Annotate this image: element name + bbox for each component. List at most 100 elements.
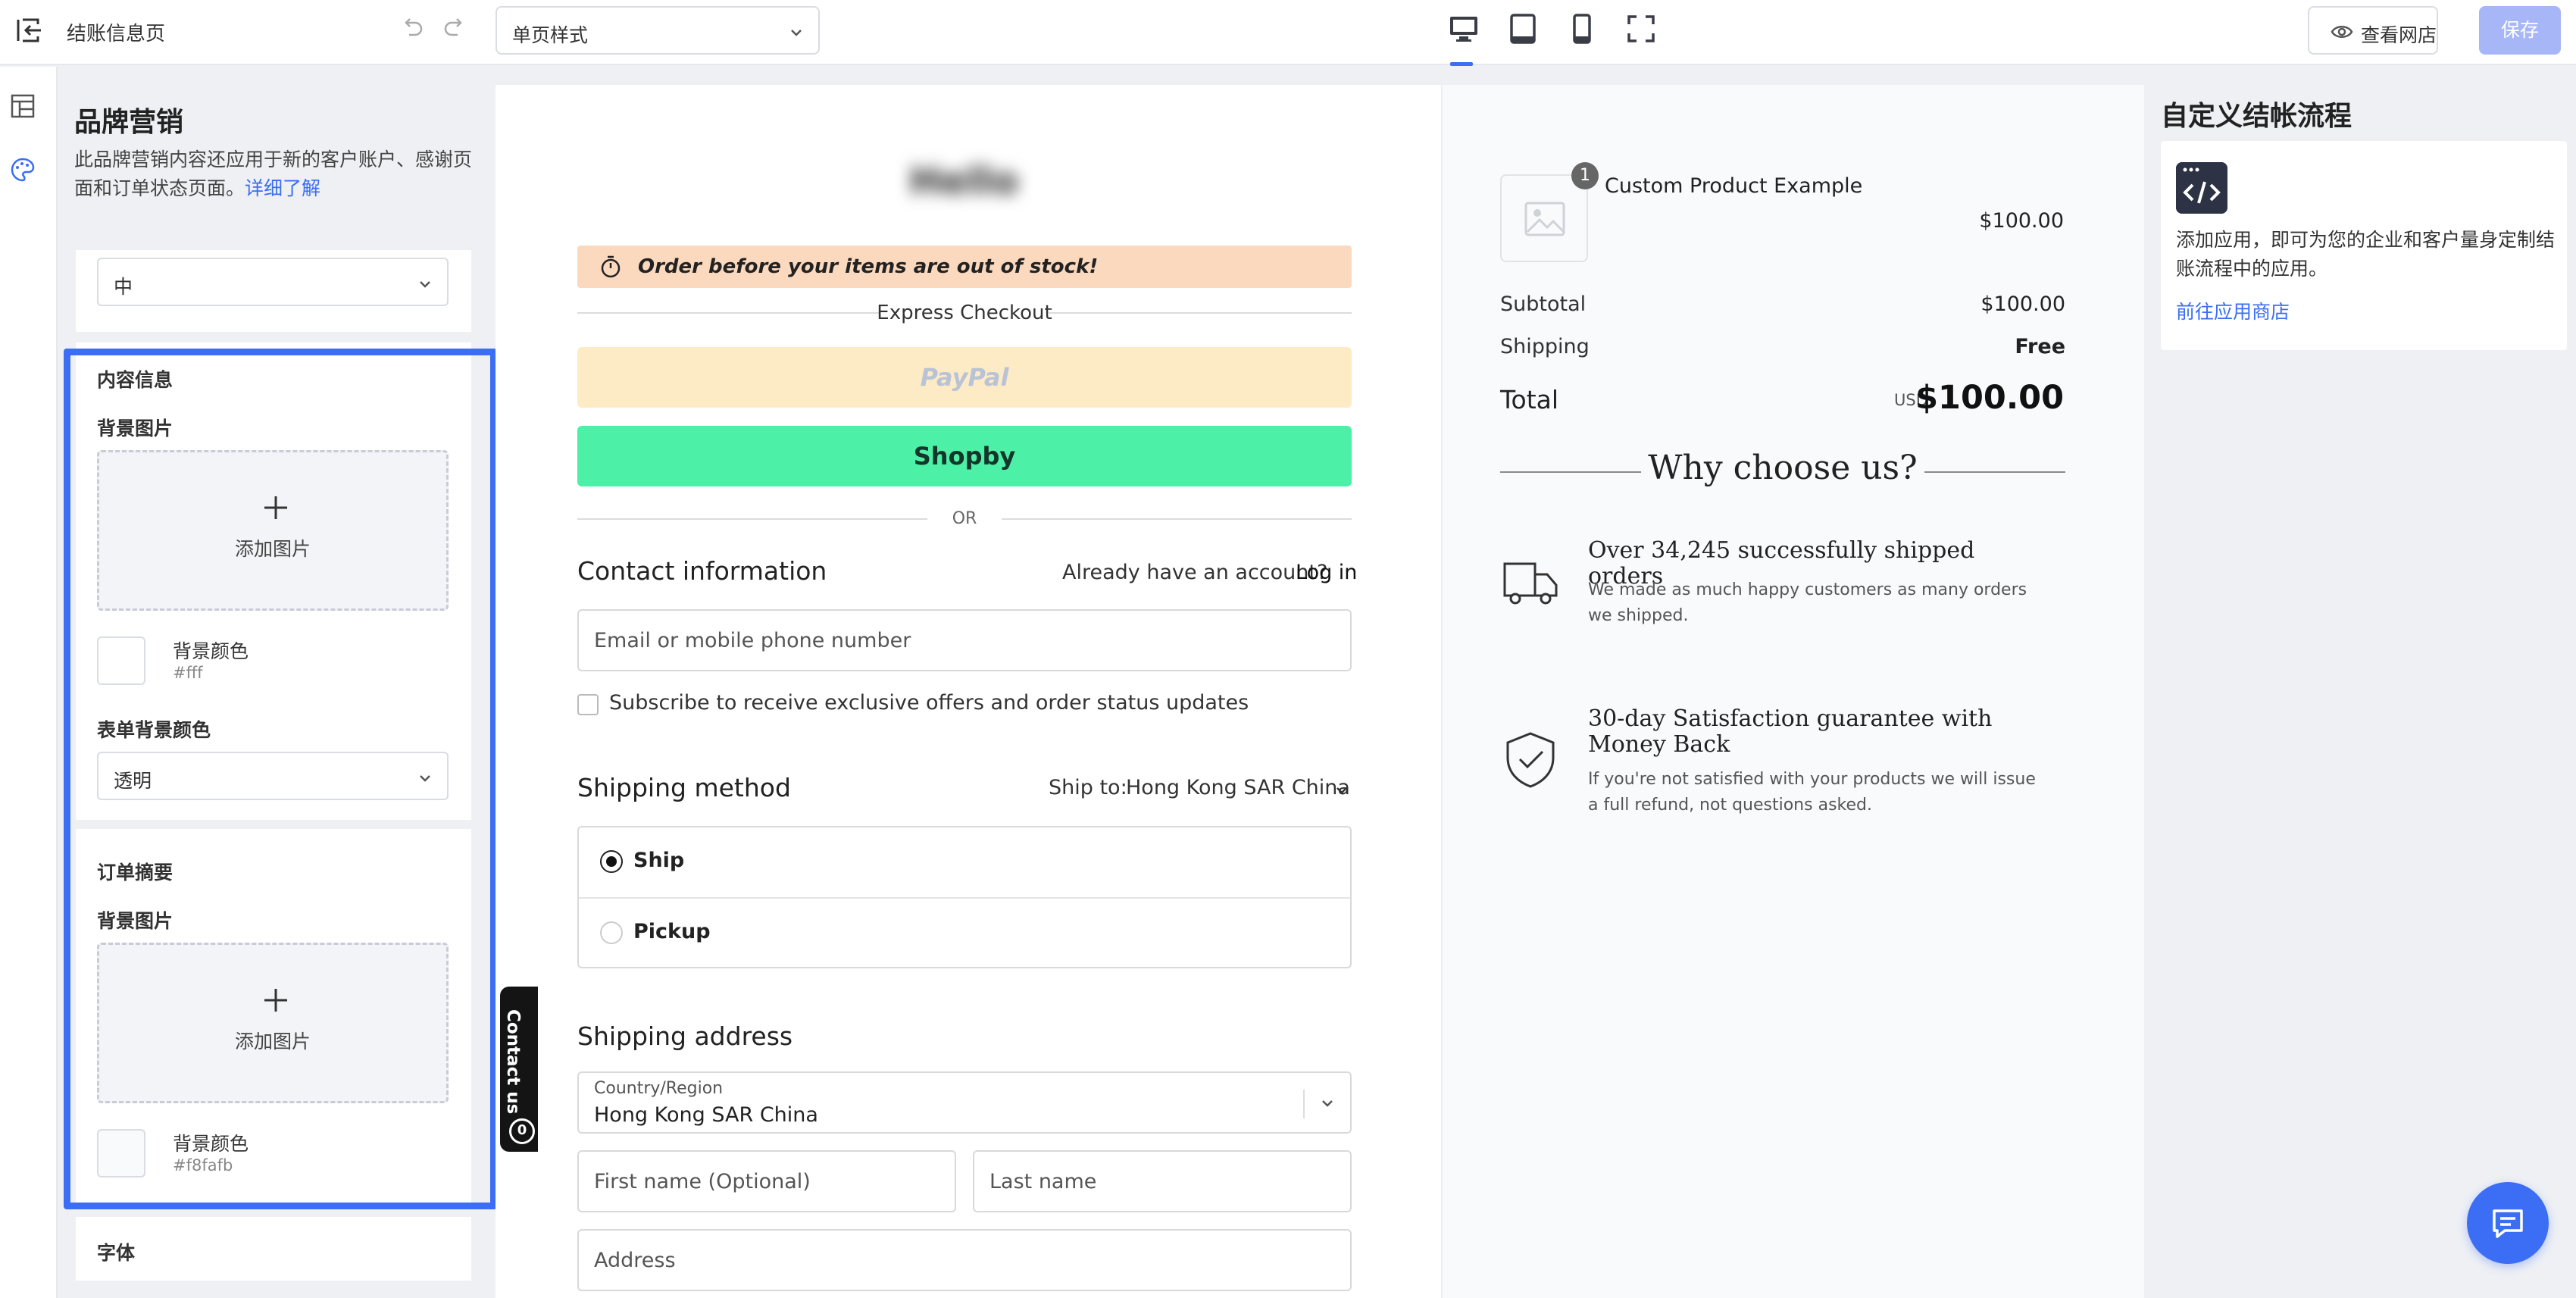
summary-bg-color-value: #f8fafb: [173, 1156, 233, 1174]
contact-heading: Contact information: [577, 556, 827, 586]
last-name-field[interactable]: Last name: [973, 1150, 1352, 1212]
view-store-button[interactable]: 查看网店: [2308, 6, 2438, 55]
ship-radio[interactable]: [600, 850, 623, 873]
mobile-icon[interactable]: [1564, 11, 1600, 47]
contact-us-label: Contact us: [503, 1009, 523, 1115]
apps-card: 添加应用，即可为您的企业和客户量身定制结账流程中的应用。 前往应用商店: [2161, 141, 2567, 350]
country-select[interactable]: Country/Region Hong Kong SAR China: [577, 1071, 1352, 1134]
tablet-icon[interactable]: [1505, 11, 1541, 47]
subtotal-row: Subtotal $100.00: [1500, 292, 2065, 316]
pickup-option-label: Pickup: [633, 920, 711, 943]
content-bg-color-label: 背景颜色: [173, 640, 249, 662]
address-placeholder: Address: [594, 1249, 676, 1272]
subscribe-label: Subscribe to receive exclusive offers an…: [609, 691, 1249, 715]
summary-bg-color-label: 背景颜色: [173, 1133, 249, 1155]
undo-icon[interactable]: [400, 15, 426, 41]
learn-more-link[interactable]: 详细了解: [245, 177, 320, 199]
shipping-row: Shipping Free: [1500, 335, 2065, 358]
shopify-pay-button[interactable]: Shopby: [577, 426, 1352, 486]
chevron-down-icon: [791, 30, 802, 36]
contact-badge: 0: [509, 1118, 535, 1144]
page-style-value: 单页样式: [512, 24, 589, 46]
left-rail: [0, 67, 58, 1298]
shipping-value: Free: [2015, 335, 2065, 358]
order-summary-title: 订单摘要: [97, 862, 174, 884]
ship-to-value[interactable]: Hong Kong SAR China: [1126, 776, 1350, 799]
plus-icon: [264, 496, 287, 519]
app-store-link[interactable]: 前往应用商店: [2176, 297, 2290, 324]
contact-us-tab[interactable]: Contact us 0: [500, 987, 538, 1152]
form-bg-value: 透明: [114, 770, 152, 792]
shipping-label: Shipping: [1500, 335, 1590, 358]
ship-option-label: Ship: [633, 849, 685, 872]
summary-bg-color-swatch[interactable]: [97, 1129, 145, 1178]
store-logo: Hello: [909, 159, 1019, 203]
checkout-preview: Hello Order before your items are out of…: [496, 85, 1441, 1298]
content-bg-image-upload[interactable]: 添加图片: [97, 450, 449, 611]
why-choose-us-heading: Why choose us?: [1648, 449, 1918, 487]
express-checkout-divider: Express Checkout: [577, 299, 1352, 326]
pickup-radio[interactable]: [600, 921, 623, 944]
country-value: Hong Kong SAR China: [594, 1103, 818, 1127]
size-select-value: 中: [114, 276, 133, 298]
urgency-text: Order before your items are out of stock…: [638, 255, 1099, 278]
summary-bg-image-upload[interactable]: 添加图片: [97, 943, 449, 1103]
plus-icon: [264, 989, 287, 1012]
paypal-button[interactable]: PayPal: [577, 347, 1352, 408]
why-choose-us: Why choose us?: [1500, 449, 2065, 494]
redo-icon[interactable]: [441, 15, 467, 41]
form-bg-label: 表单背景颜色: [97, 719, 211, 741]
page-style-select[interactable]: 单页样式: [496, 6, 820, 55]
product-name: Custom Product Example: [1605, 174, 1863, 198]
apps-heading: 自定义结帐流程: [2161, 101, 2352, 132]
content-bg-color-swatch[interactable]: [97, 636, 145, 685]
product-price: $100.00: [1979, 209, 2064, 233]
chevron-down-icon[interactable]: [1333, 782, 1350, 799]
last-name-placeholder: Last name: [989, 1170, 1097, 1193]
shipping-options: Ship Pickup: [577, 826, 1352, 968]
apps-description: 添加应用，即可为您的企业和客户量身定制结账流程中的应用。: [2176, 229, 2556, 280]
top-bar: 结账信息页 单页样式 查看网店 保存: [0, 0, 2576, 66]
shipping-address-heading: Shipping address: [577, 1021, 793, 1051]
quantity-badge: 1: [1571, 162, 1599, 189]
email-field[interactable]: Email or mobile phone number: [577, 609, 1352, 671]
eye-icon: [2331, 26, 2353, 38]
layout-icon[interactable]: [9, 92, 36, 120]
or-label: OR: [952, 509, 977, 528]
palette-icon[interactable]: [9, 156, 36, 183]
branding-panel: 品牌营销 此品牌营销内容还应用于新的客户账户、感谢页面和订单状态页面。详细了解 …: [59, 67, 494, 1298]
address-field[interactable]: Address: [577, 1229, 1352, 1291]
have-account-text: Already have an account?: [1062, 561, 1328, 584]
feature-1-text: We made as much happy customers as many …: [1588, 580, 2027, 625]
total-label: Total: [1500, 385, 1559, 414]
add-image-label: 添加图片: [234, 1031, 311, 1052]
chevron-down-icon: [1322, 1100, 1333, 1107]
form-bg-select[interactable]: 透明: [97, 752, 449, 800]
content-info-title: 内容信息: [97, 369, 174, 391]
country-label: Country/Region: [594, 1079, 724, 1098]
login-link[interactable]: Log in: [1296, 561, 1357, 584]
feature-2-title: 30-day Satisfaction guarantee with Money…: [1588, 705, 1993, 758]
code-app-icon: [2176, 162, 2227, 214]
apps-panel: 自定义结帐流程 添加应用，即可为您的企业和客户量身定制结账流程中的应用。 前往应…: [2146, 67, 2576, 1298]
chevron-down-icon: [420, 281, 430, 288]
select-separator: [1303, 1090, 1305, 1118]
view-store-label: 查看网店: [2361, 24, 2437, 46]
first-name-placeholder: First name (Optional): [594, 1170, 811, 1193]
exit-icon[interactable]: [14, 15, 44, 45]
total-value: $100.00: [1915, 379, 2064, 417]
first-name-field[interactable]: First name (Optional): [577, 1150, 956, 1212]
save-button[interactable]: 保存: [2479, 6, 2561, 55]
fullscreen-icon[interactable]: [1623, 11, 1659, 47]
panel-description: 此品牌营销内容还应用于新的客户账户、感谢页面和订单状态页面。详细了解: [74, 149, 473, 199]
chat-button[interactable]: [2467, 1182, 2549, 1264]
size-select[interactable]: 中: [97, 258, 449, 306]
subscribe-checkbox[interactable]: [577, 694, 599, 715]
page-title: 结账信息页: [67, 23, 166, 45]
panel-heading: 品牌营销: [74, 107, 184, 138]
email-placeholder: Email or mobile phone number: [594, 629, 911, 652]
desktop-icon[interactable]: [1446, 11, 1482, 47]
delivery-truck-icon: [1503, 562, 1558, 605]
content-bg-color-value: #fff: [173, 664, 203, 682]
order-summary-card: 订单摘要 背景图片 添加图片 背景颜色 #f8fafb: [76, 829, 471, 1209]
